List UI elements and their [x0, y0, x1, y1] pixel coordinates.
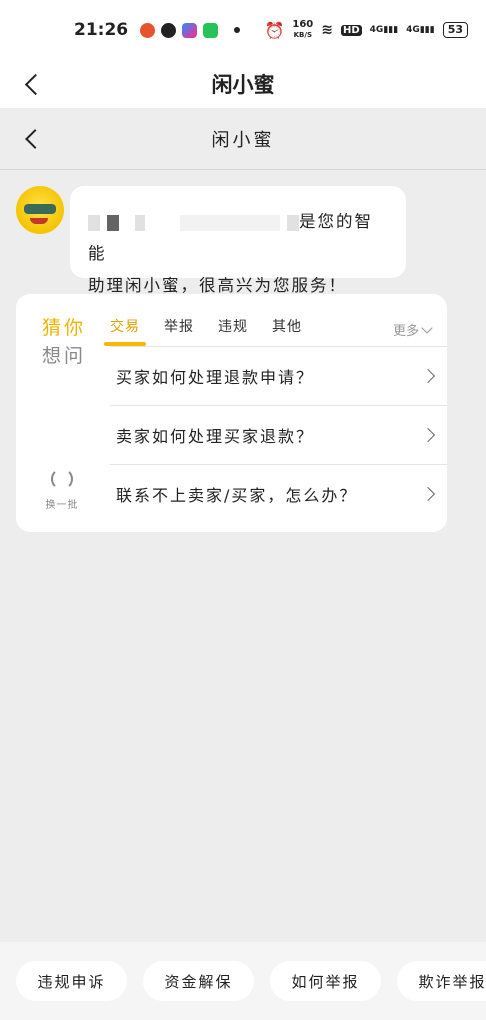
more-label: 更多 [392, 324, 419, 339]
question-text: 卖家如何处理买家退款？ [116, 427, 315, 446]
notification-icons [140, 22, 241, 38]
alarm-icon: ⏰ [264, 20, 285, 40]
back-button[interactable] [20, 67, 50, 101]
redacted-text-block [88, 214, 100, 231]
redacted-text-block [287, 214, 299, 231]
tab-report[interactable]: 举报 [164, 316, 194, 342]
refresh-label: 换一批 [45, 500, 79, 511]
guess-label-line-2: 想问 [42, 345, 87, 367]
network-speed: 160 KB/S [292, 19, 314, 40]
chevron-right-icon [420, 427, 436, 443]
signal-1-icon: 4G▮▮▮ [369, 25, 399, 35]
top-nav-bar: 闲小蜜 [0, 60, 486, 108]
signal-2-icon: 4G▮▮▮ [406, 25, 435, 35]
tab-transaction[interactable]: 交易 [104, 316, 146, 346]
redacted-text-block [107, 214, 120, 231]
wifi-icon: ≋ [321, 22, 333, 38]
weibo-app-icon [140, 22, 156, 38]
redacted-text-block [134, 214, 145, 231]
tab-violation[interactable]: 违规 [218, 316, 248, 342]
hd-badge: HD [340, 24, 362, 36]
chevron-right-icon [420, 368, 436, 384]
quick-action-fund-release[interactable]: 资金解保 [143, 961, 254, 1001]
more-tabs-button[interactable]: 更多 [392, 320, 433, 339]
green-app-icon [203, 22, 219, 38]
status-time: 21:26 [74, 20, 129, 40]
welcome-line-1: 是您的智能 [88, 206, 386, 270]
refresh-button[interactable]: 换一批 [40, 468, 84, 511]
chat-header: 闲小蜜 [0, 108, 486, 170]
quick-action-violation-appeal[interactable]: 违规申诉 [16, 961, 127, 1001]
status-right: ⏰ 160 KB/S ≋ HD 4G▮▮▮ 4G▮▮▮ 53 [264, 20, 468, 40]
category-tabs: 交易 举报 违规 其他 更多 [104, 312, 447, 346]
bot-avatar[interactable] [16, 186, 64, 234]
avatar-mouth [30, 218, 48, 224]
quick-actions-bar: 违规申诉 资金解保 如何举报 欺诈举报 [0, 942, 486, 1020]
redacted-text-block [179, 214, 280, 231]
refresh-icon [51, 468, 73, 490]
question-list: 买家如何处理退款申请？ 卖家如何处理买家退款？ 联系不上卖家/买家，怎么办？ [110, 346, 447, 523]
question-item[interactable]: 联系不上卖家/买家，怎么办？ [110, 464, 447, 523]
question-text: 买家如何处理退款申请？ [116, 368, 315, 387]
question-item[interactable]: 卖家如何处理买家退款？ [110, 405, 447, 464]
chat-back-button[interactable] [20, 122, 50, 156]
chevron-left-icon [25, 128, 45, 149]
wechat-app-icon [161, 22, 177, 38]
suggested-questions-card: 猜你 想问 换一批 交易 举报 违规 其他 更多 买家如何处理退款申请？ 卖家如… [16, 294, 447, 532]
status-bar: 21:26 ⏰ 160 KB/S ≋ HD 4G▮▮▮ 4G▮▮▮ 53 [0, 0, 486, 60]
quick-action-fraud-report[interactable]: 欺诈举报 [397, 961, 486, 1001]
more-notifications-dot-icon [234, 27, 241, 33]
question-text: 联系不上卖家/买家，怎么办？ [116, 486, 358, 505]
tab-other[interactable]: 其他 [272, 316, 302, 342]
page-title: 闲小蜜 [211, 73, 275, 97]
avatar-glasses [24, 204, 56, 214]
welcome-message-bubble: 是您的智能 助理闲小蜜，很高兴为您服务！ [70, 186, 406, 295]
battery-indicator: 53 [442, 22, 468, 38]
quick-action-how-to-report[interactable]: 如何举报 [270, 961, 381, 1001]
chevron-left-icon [24, 73, 47, 95]
chevron-down-icon [421, 321, 433, 334]
question-item[interactable]: 买家如何处理退款申请？ [110, 346, 447, 405]
chevron-right-icon [420, 486, 436, 502]
guess-label: 猜你 想问 [42, 314, 86, 370]
youku-app-icon [182, 22, 198, 38]
chat-title: 闲小蜜 [211, 129, 275, 151]
guess-label-line-1: 猜你 [42, 317, 87, 339]
